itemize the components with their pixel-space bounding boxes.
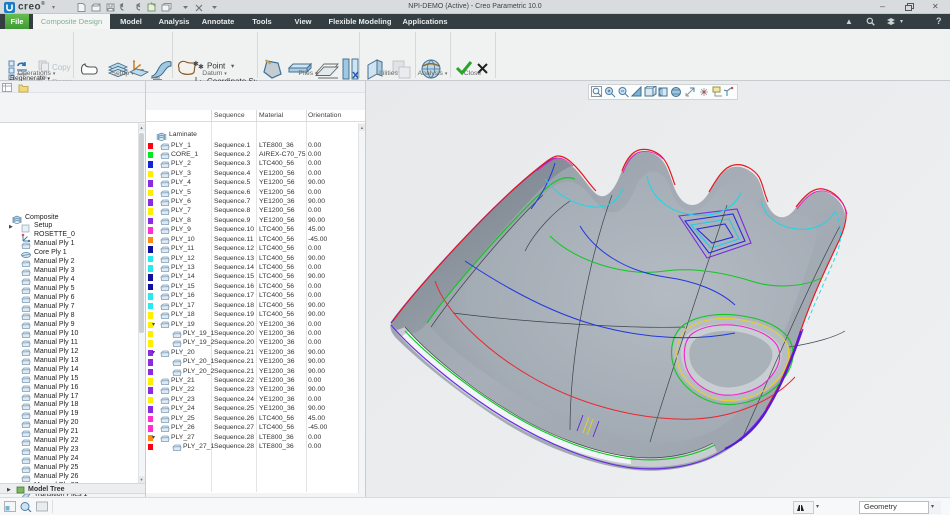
svg-text:▾: ▾	[231, 63, 235, 70]
